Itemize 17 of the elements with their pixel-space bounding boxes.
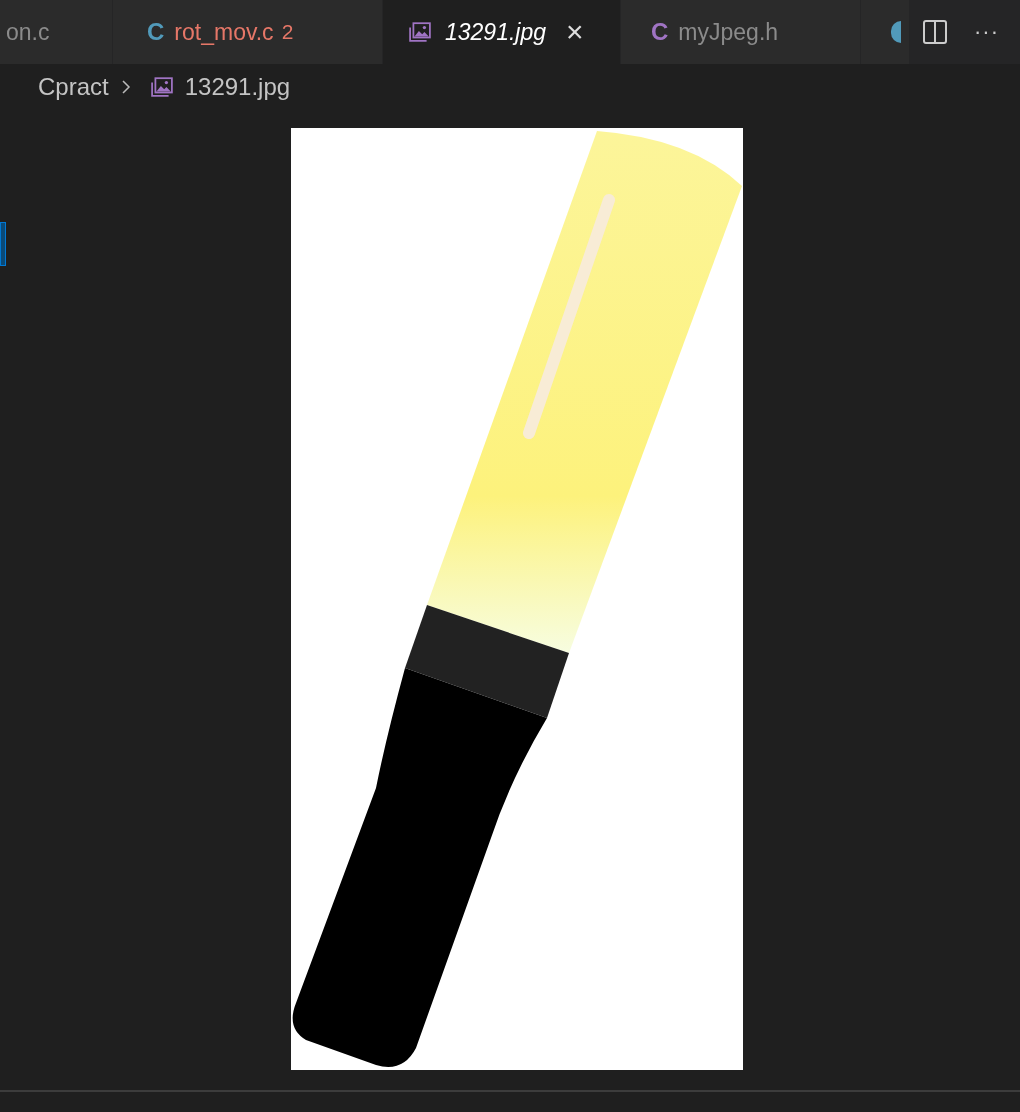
problem-count: 2 bbox=[281, 20, 294, 44]
editor-tab[interactable]: C myJpeg.h bbox=[621, 0, 861, 64]
editor-tab[interactable]: 13291.jpg × bbox=[383, 0, 621, 64]
split-editor-icon[interactable] bbox=[922, 19, 948, 45]
more-actions-button[interactable]: ··· bbox=[974, 19, 999, 45]
image-file-icon bbox=[409, 22, 431, 42]
breadcrumb-item[interactable]: Cpract bbox=[38, 73, 109, 101]
c-file-icon bbox=[891, 21, 901, 43]
editor-tab[interactable] bbox=[861, 0, 910, 64]
c-file-icon: C bbox=[147, 18, 165, 46]
chevron-icon bbox=[120, 79, 131, 95]
editor-tab[interactable]: on.c bbox=[0, 0, 113, 64]
image-file-icon bbox=[150, 77, 173, 97]
close-button[interactable]: × bbox=[566, 17, 584, 47]
breadcrumb-item[interactable]: 13291.jpg bbox=[184, 73, 291, 101]
c-file-icon: C bbox=[651, 18, 669, 46]
editor-tab[interactable]: C rot_mov.c 2 bbox=[113, 0, 383, 64]
